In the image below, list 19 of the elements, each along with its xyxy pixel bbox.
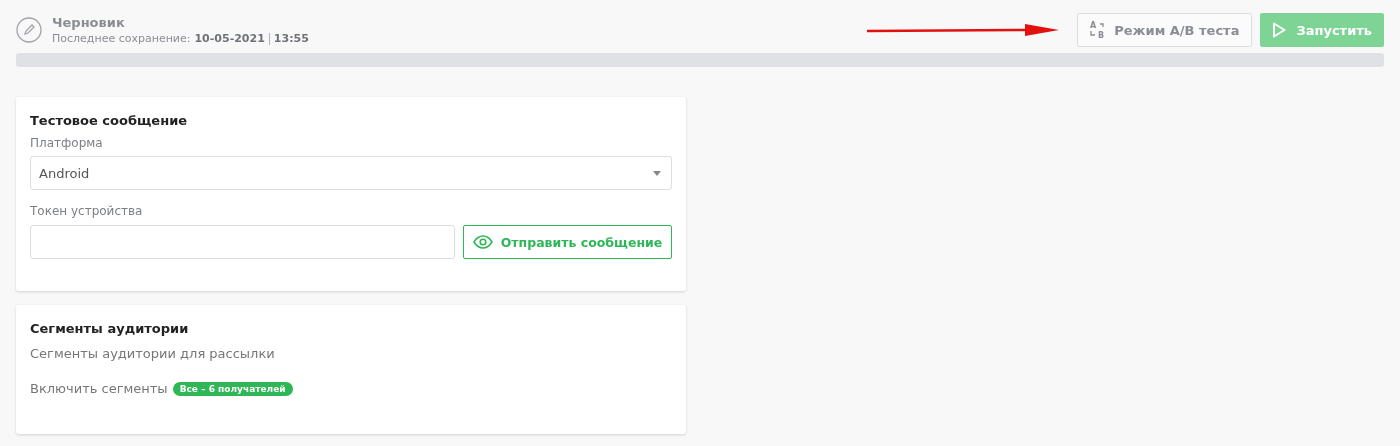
- eye-icon: [472, 235, 493, 249]
- play-icon: [1272, 22, 1287, 38]
- token-label: Токен устройства: [30, 204, 144, 218]
- recipients-badge: Все – 6 получателей: [172, 381, 293, 396]
- draft-title: Черновик: [52, 15, 126, 30]
- save-label: Последнее сохранение:: [52, 32, 191, 45]
- ab-test-button[interactable]: A B Режим A/B теста: [1077, 13, 1253, 47]
- dropdown-caret-icon: [653, 170, 661, 176]
- send-message-button[interactable]: Отправить сообщение: [463, 225, 672, 259]
- platform-label: Платформа: [30, 136, 104, 150]
- save-date: 10-05-2021: [194, 32, 265, 45]
- token-field[interactable]: [30, 225, 455, 259]
- platform-select[interactable]: Android: [30, 156, 672, 190]
- pencil-icon: [16, 17, 42, 43]
- save-time: 13:55: [273, 32, 309, 45]
- card-title: Сегменты аудитории: [30, 321, 190, 336]
- include-segments-label: Включить сегменты: [30, 381, 168, 396]
- card-title: Тестовое сообщение: [30, 113, 189, 128]
- segments-description: Сегменты аудитории для рассылки: [30, 346, 276, 361]
